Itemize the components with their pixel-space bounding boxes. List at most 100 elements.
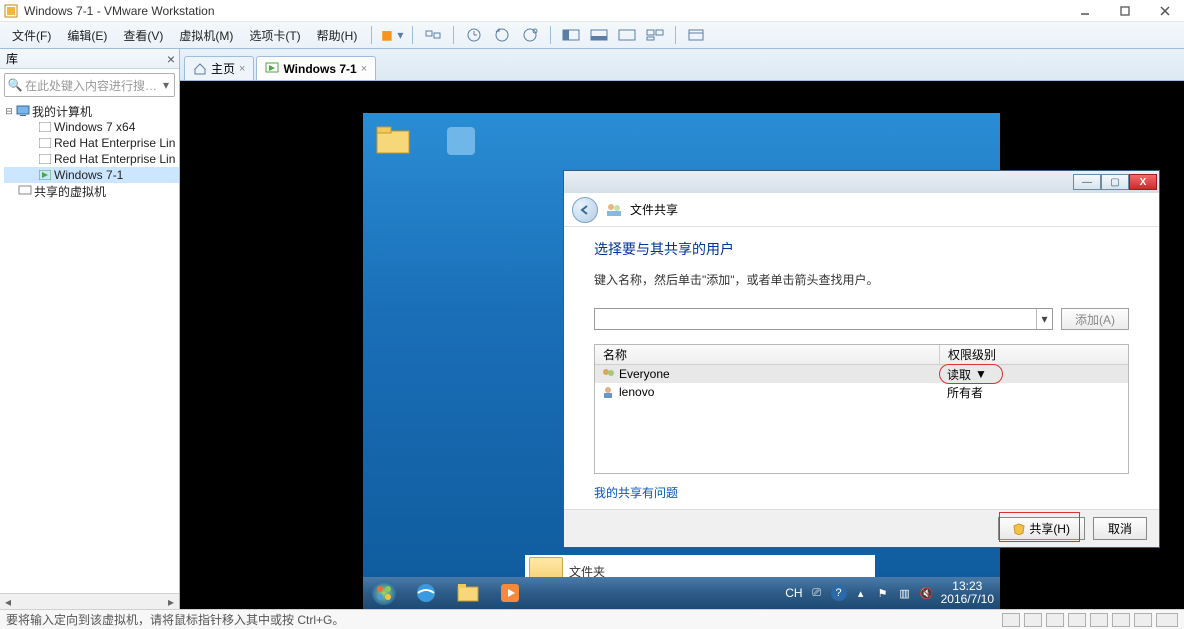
search-dropdown-icon[interactable]: ▾: [158, 78, 174, 92]
toolbar-view-single-button[interactable]: [587, 24, 611, 46]
dialog-heading: 选择要与其共享的用户: [594, 239, 1129, 259]
ime-options-icon[interactable]: ⎚: [809, 585, 825, 601]
tab-home[interactable]: 主页 ×: [184, 56, 254, 80]
file-sharing-dialog: — ▢ X 文件共享 选择要与其共享的用户 键入名称，然后单击"添加"，或者单击…: [563, 170, 1160, 548]
tab-vm[interactable]: Windows 7-1 ×: [256, 56, 376, 80]
share-permission-dropdown[interactable]: 读取 ▼: [939, 366, 987, 383]
start-button[interactable]: [364, 579, 404, 607]
device-cd-icon[interactable]: [1024, 613, 1042, 627]
action-center-icon[interactable]: ⚑: [875, 585, 891, 601]
system-tray: CH ⎚ ? ▴ ⚑ ▥ 🔇 13:23 2016/7/10: [785, 580, 1000, 606]
sharing-help-link[interactable]: 我的共享有问题: [594, 484, 678, 501]
desktop-app-icon[interactable]: [441, 121, 485, 165]
tray-overflow-icon[interactable]: ▴: [853, 585, 869, 601]
library-header: 库 ×: [0, 49, 179, 69]
window-minimize-button[interactable]: [1076, 2, 1094, 20]
dialog-maximize-button[interactable]: ▢: [1101, 174, 1129, 190]
library-search-box[interactable]: 🔍 在此处键入内容进行搜… ▾: [4, 73, 175, 97]
guest-desktop[interactable]: 文件夹 — ▢ X 文件共享: [363, 113, 1000, 609]
device-display-icon[interactable]: [1156, 613, 1178, 627]
tree-shared-vms[interactable]: 共享的虚拟机: [4, 183, 179, 199]
menu-file[interactable]: 文件(F): [6, 25, 57, 46]
tab-close-icon[interactable]: ×: [361, 63, 367, 75]
share-user-name: Everyone: [619, 367, 939, 381]
device-usb-icon[interactable]: [1090, 613, 1108, 627]
volume-icon[interactable]: 🔇: [919, 585, 935, 601]
toolbar-suspend-button[interactable]: ▮▮ ▾: [380, 24, 404, 46]
people-icon: [606, 202, 622, 218]
vm-icon: [38, 152, 52, 166]
toolbar-view-fullscreen-button[interactable]: [615, 24, 639, 46]
tab-strip: 主页 × Windows 7-1 ×: [180, 49, 1184, 81]
toolbar-snapshot-button[interactable]: [462, 24, 486, 46]
tree-my-computer[interactable]: ⊟ 我的计算机: [4, 103, 179, 119]
app-titlebar: Windows 7-1 - VMware Workstation: [0, 0, 1184, 22]
user-icon: [601, 385, 615, 399]
ime-indicator[interactable]: CH: [785, 586, 802, 600]
add-button[interactable]: 添加(A): [1061, 308, 1129, 330]
taskbar-clock[interactable]: 13:23 2016/7/10: [941, 580, 994, 606]
tab-close-icon[interactable]: ×: [239, 63, 245, 75]
toolbar-library-button[interactable]: [684, 24, 708, 46]
menu-view[interactable]: 查看(V): [117, 25, 169, 46]
share-user-list: 名称 权限级别 Everyone 读取 ▼: [594, 344, 1129, 474]
menu-vm[interactable]: 虚拟机(M): [173, 25, 239, 46]
library-close-button[interactable]: ×: [167, 51, 175, 67]
guest-taskbar[interactable]: CH ⎚ ? ▴ ⚑ ▥ 🔇 13:23 2016/7/10: [363, 577, 1000, 609]
toolbar-send-keys-button[interactable]: [421, 24, 445, 46]
cancel-button[interactable]: 取消: [1093, 517, 1147, 540]
share-list-row[interactable]: lenovo 所有者: [595, 383, 1128, 401]
pause-icon: ▮▮: [381, 28, 395, 42]
dialog-titlebar[interactable]: — ▢ X: [564, 171, 1159, 193]
dialog-close-button[interactable]: X: [1129, 174, 1157, 190]
toolbar-view-unity-button[interactable]: [643, 24, 667, 46]
toolbar-revert-button[interactable]: [490, 24, 514, 46]
status-text: 要将输入定向到该虚拟机，请将鼠标指针移入其中或按 Ctrl+G。: [6, 611, 344, 628]
tab-home-label: 主页: [211, 60, 235, 77]
device-printer-icon[interactable]: [1134, 613, 1152, 627]
shield-icon: [1013, 523, 1025, 535]
library-horizontal-scrollbar[interactable]: ◂ ▸: [0, 593, 179, 609]
vmware-icon: [4, 4, 18, 18]
combo-dropdown-icon[interactable]: ▾: [1036, 309, 1052, 329]
taskbar-explorer-button[interactable]: [448, 579, 488, 607]
device-network-icon[interactable]: [1068, 613, 1086, 627]
share-permission-label: 所有者: [939, 384, 983, 401]
scroll-left-icon[interactable]: ◂: [0, 595, 16, 609]
help-icon[interactable]: ?: [831, 585, 847, 601]
toolbar-view-console-button[interactable]: [559, 24, 583, 46]
taskbar-ie-button[interactable]: [406, 579, 446, 607]
dialog-back-button[interactable]: [572, 197, 598, 223]
dialog-minimize-button[interactable]: —: [1073, 174, 1101, 190]
column-name-header[interactable]: 名称: [595, 345, 940, 364]
share-list-row[interactable]: Everyone 读取 ▼: [595, 365, 1128, 383]
statusbar-device-icons: [1002, 613, 1178, 627]
user-combo-input[interactable]: ▾: [594, 308, 1053, 330]
tree-vm-item[interactable]: Red Hat Enterprise Lin: [4, 135, 179, 151]
dropdown-icon: ▾: [397, 28, 403, 42]
scroll-right-icon[interactable]: ▸: [163, 595, 179, 609]
device-sound-icon[interactable]: [1112, 613, 1130, 627]
vm-viewport[interactable]: 文件夹 — ▢ X 文件共享: [180, 81, 1184, 609]
window-maximize-button[interactable]: [1116, 2, 1134, 20]
taskbar-media-player-button[interactable]: [490, 579, 530, 607]
menu-tabs[interactable]: 选项卡(T): [243, 25, 306, 46]
menu-edit[interactable]: 编辑(E): [61, 25, 113, 46]
tree-vm-item[interactable]: Red Hat Enterprise Lin: [4, 151, 179, 167]
device-floppy-icon[interactable]: [1046, 613, 1064, 627]
menubar: 文件(F) 编辑(E) 查看(V) 虚拟机(M) 选项卡(T) 帮助(H) ▮▮…: [0, 22, 1184, 49]
library-pane: 库 × 🔍 在此处键入内容进行搜… ▾ ⊟ 我的计算机 Windows 7 x6…: [0, 49, 180, 609]
collapse-icon[interactable]: ⊟: [4, 106, 14, 117]
computer-icon: [16, 104, 30, 118]
menu-help[interactable]: 帮助(H): [311, 25, 364, 46]
tree-vm-item[interactable]: Windows 7 x64: [4, 119, 179, 135]
share-button[interactable]: 共享(H): [998, 517, 1085, 540]
desktop-folder-icon[interactable]: [373, 121, 417, 165]
network-icon[interactable]: ▥: [897, 585, 913, 601]
toolbar-snapshot-manager-button[interactable]: [518, 24, 542, 46]
device-hdd-icon[interactable]: [1002, 613, 1020, 627]
window-close-button[interactable]: [1156, 2, 1174, 20]
share-user-name: lenovo: [619, 385, 939, 399]
tree-vm-item-selected[interactable]: Windows 7-1: [4, 167, 179, 183]
column-permission-header[interactable]: 权限级别: [940, 345, 1128, 364]
